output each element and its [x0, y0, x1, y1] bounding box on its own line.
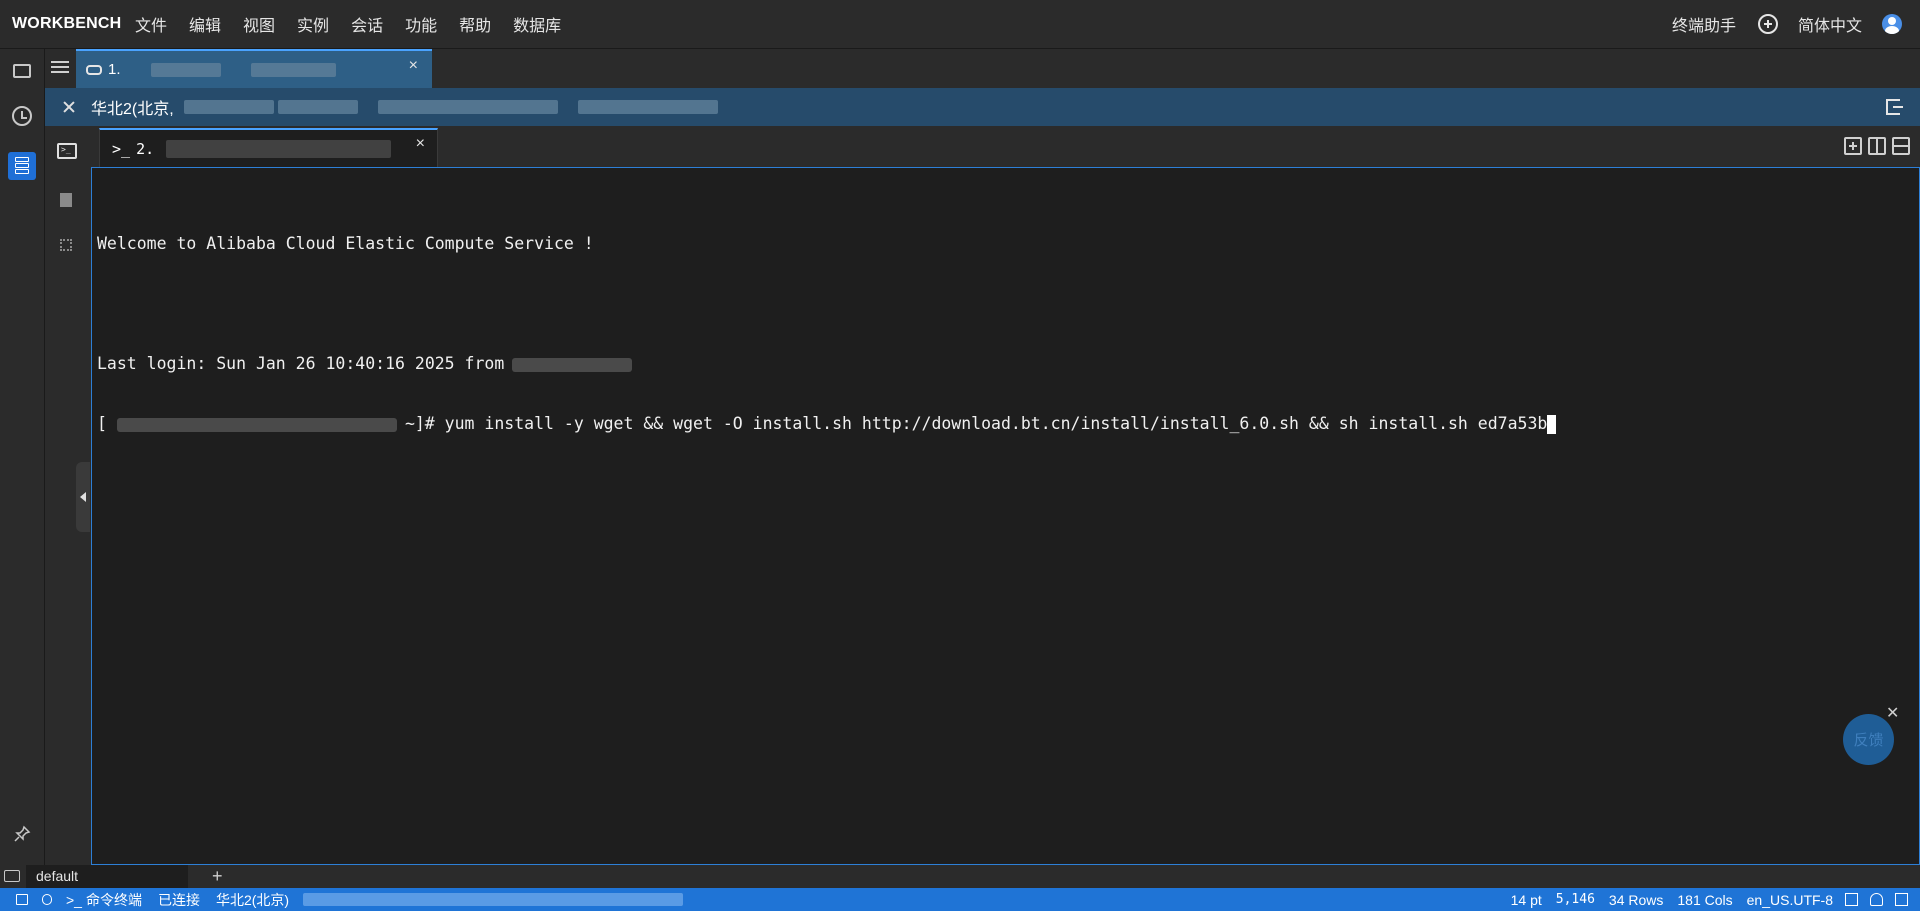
redacted-ip [512, 357, 633, 372]
sidebar-collapse-handle[interactable] [76, 462, 90, 532]
menu-session[interactable]: 会话 [351, 12, 383, 36]
redacted-text [303, 893, 684, 906]
activity-bar [0, 49, 45, 888]
user-avatar-icon[interactable] [1882, 14, 1902, 34]
redacted-text [250, 62, 336, 77]
hand-icon[interactable] [42, 894, 52, 905]
redacted-text [277, 100, 358, 114]
terminal-tab-label: 2. [136, 139, 155, 158]
status-encoding[interactable]: en_US.UTF-8 [1747, 892, 1833, 908]
session-tab-bar: 1. × [45, 49, 1920, 88]
terminal-command-line: [ ~]# yum install -y wget && wget -O inst… [97, 414, 1557, 434]
menu-instance[interactable]: 实例 [297, 12, 329, 36]
terminal-tab-close-button[interactable]: × [416, 135, 425, 153]
copy-icon[interactable] [16, 894, 28, 905]
terminal-last-login-line: Last login: Sun Jan 26 10:40:16 2025 fro… [97, 354, 1556, 374]
language-selector[interactable]: 简体中文 [1798, 12, 1862, 36]
status-cols: 181 Cols [1677, 891, 1733, 908]
split-horizontal-icon[interactable] [1892, 137, 1910, 155]
list-icon[interactable] [51, 61, 69, 75]
redacted-text [377, 100, 558, 114]
menubar-right: 终端助手 简体中文 [1652, 12, 1920, 36]
menu-help[interactable]: 帮助 [459, 12, 491, 36]
bottom-tab-bar: default + [0, 865, 1920, 888]
prompt-close: ~]# [404, 414, 435, 433]
host-region-label: 华北2(北京, [91, 101, 174, 118]
exit-icon[interactable] [1886, 99, 1903, 115]
menu-edit[interactable]: 编辑 [189, 12, 221, 36]
redacted-hostname [116, 417, 397, 432]
pane-controls [1838, 137, 1910, 155]
host-bar: 华北2(北京, [45, 88, 1920, 126]
status-rows: 34 Rows [1608, 891, 1664, 908]
terminal-cursor [1547, 415, 1557, 434]
bottom-tab-default[interactable]: default [26, 865, 188, 888]
command-text: yum install -y wget && wget -O install.s… [434, 414, 1548, 433]
status-region: 华北2(北京) [215, 891, 290, 908]
menu-function[interactable]: 功能 [405, 12, 437, 36]
split-vertical-icon[interactable] [1868, 137, 1886, 155]
document-icon[interactable] [60, 193, 72, 207]
status-mode-prefix: >_ [66, 891, 82, 908]
shirt-icon[interactable] [1895, 893, 1908, 906]
pin-icon[interactable] [13, 825, 31, 843]
add-circle-icon[interactable] [1757, 14, 1778, 34]
expand-icon[interactable] [62, 100, 76, 114]
grid-icon[interactable] [60, 239, 72, 251]
terminal-lines: Welcome to Alibaba Cloud Elastic Compute… [97, 194, 1557, 474]
terminal-welcome-line: Welcome to Alibaba Cloud Elastic Compute… [97, 234, 594, 253]
status-bar: >_ 命令终端 已连接 华北2(北京) 14 pt 5,146 34 Rows … [0, 888, 1920, 911]
prompt-open: [ [97, 414, 107, 433]
redacted-text [166, 139, 392, 158]
terminal-tab[interactable]: >_ 2. × [99, 128, 438, 167]
status-mode: 命令终端 [85, 891, 142, 908]
bell-icon[interactable] [1870, 893, 1883, 906]
session-tab-close-button[interactable]: × [409, 57, 418, 75]
layout-icon[interactable] [1845, 893, 1858, 906]
terminal-tab-prefix: >_ [112, 139, 131, 158]
session-tab[interactable]: 1. × [76, 49, 432, 88]
history-icon[interactable] [12, 106, 32, 126]
bottom-add-tab-button[interactable]: + [212, 865, 223, 887]
status-cursor-position: 5,146 [1555, 892, 1595, 907]
redacted-text [150, 62, 221, 77]
menu-file[interactable]: 文件 [135, 12, 167, 36]
status-connection: 已连接 [157, 891, 200, 908]
menu-bar: WORKBENCH 文件 编辑 视图 实例 会话 功能 帮助 数据库 终端助手 … [0, 0, 1920, 49]
terminal-tab-bar: >_ 2. × [91, 126, 1920, 167]
status-font-size[interactable]: 14 pt [1511, 892, 1542, 908]
app-brand: WORKBENCH [12, 15, 122, 32]
terminal-icon [4, 870, 20, 882]
terminal-assistant-button[interactable]: 终端助手 [1672, 12, 1736, 36]
main-menu: 文件 编辑 视图 实例 会话 功能 帮助 数据库 [135, 12, 583, 36]
redacted-text [577, 100, 718, 114]
menu-view[interactable]: 视图 [243, 12, 275, 36]
server-list-icon[interactable] [8, 152, 36, 180]
last-login-text: Last login: Sun Jan 26 10:40:16 2025 fro… [97, 354, 505, 373]
redacted-text [183, 100, 274, 114]
session-tab-label: 1. [108, 61, 121, 78]
terminal-icon[interactable]: >_ [57, 143, 77, 159]
menu-database[interactable]: 数据库 [513, 12, 561, 36]
terminal-output[interactable]: Welcome to Alibaba Cloud Elastic Compute… [91, 167, 1920, 865]
add-pane-icon[interactable] [1844, 137, 1862, 155]
feedback-close-button[interactable]: ✕ [1886, 703, 1899, 723]
link-icon [86, 64, 102, 75]
folder-icon[interactable] [13, 64, 31, 78]
